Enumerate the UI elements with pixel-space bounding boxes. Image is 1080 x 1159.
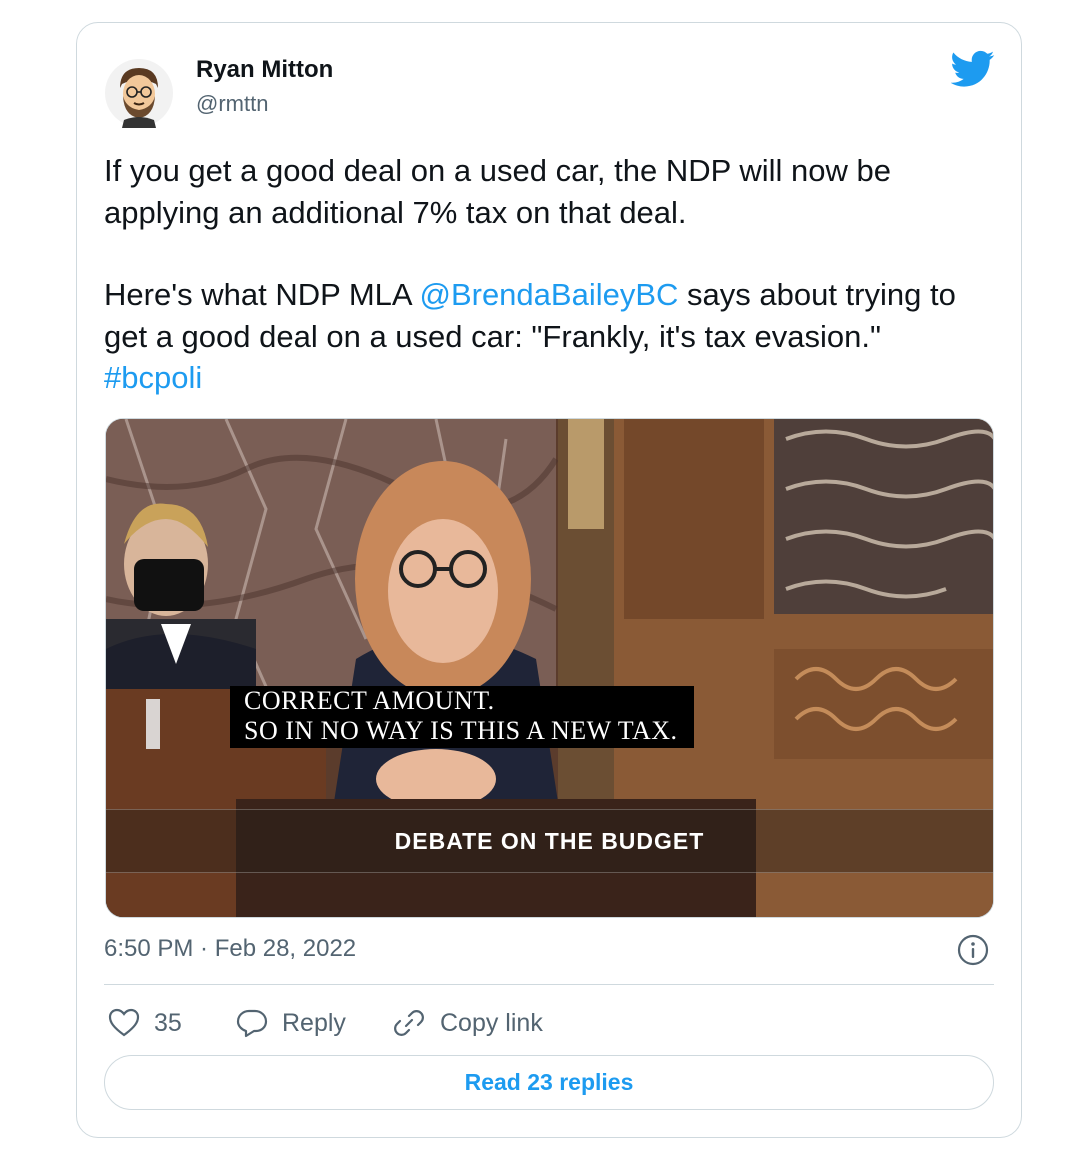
reply-label: Reply <box>282 1008 346 1037</box>
caption-line-2: SO IN NO WAY IS THIS A NEW TAX. <box>244 716 678 745</box>
video-caption: CORRECT AMOUNT. SO IN NO WAY IS THIS A N… <box>230 686 694 748</box>
caption-line-1: CORRECT AMOUNT. <box>244 686 495 715</box>
mention-link[interactable]: @BrendaBaileyBC <box>419 277 678 312</box>
reply-icon <box>236 1009 268 1038</box>
copy-link-label: Copy link <box>440 1008 543 1037</box>
video-banner: DEBATE ON THE BUDGET <box>106 809 993 873</box>
like-count: 35 <box>154 1008 182 1037</box>
divider <box>104 984 994 985</box>
read-replies-button[interactable]: Read 23 replies <box>104 1055 994 1110</box>
copy-link-button[interactable]: Copy link <box>392 1005 543 1041</box>
twitter-bird-icon[interactable] <box>951 50 995 88</box>
info-icon[interactable] <box>957 934 989 966</box>
link-icon <box>394 1010 424 1036</box>
tweet-paragraph-2: Here's what NDP MLA @BrendaBaileyBC says… <box>104 274 1004 357</box>
like-button[interactable]: 35 <box>108 1005 182 1041</box>
read-replies-label: Read 23 replies <box>464 1069 634 1095</box>
tweet-text-segment: Here's what NDP MLA <box>104 277 420 312</box>
tweet-timestamp[interactable]: 6:50 PM · Feb 28, 2022 <box>104 935 356 963</box>
reply-button[interactable]: Reply <box>236 1005 346 1041</box>
tweet-text: If you get a good deal on a used car, th… <box>104 150 1004 399</box>
author-handle[interactable]: @rmttn <box>196 91 268 117</box>
banner-text: DEBATE ON THE BUDGET <box>394 828 705 854</box>
hashtag-link[interactable]: #bcpoli <box>104 360 202 395</box>
avatar[interactable] <box>104 58 174 128</box>
tweet-paragraph-1: If you get a good deal on a used car, th… <box>104 153 891 230</box>
author-name[interactable]: Ryan Mitton <box>196 56 333 84</box>
heart-icon <box>108 1008 140 1037</box>
